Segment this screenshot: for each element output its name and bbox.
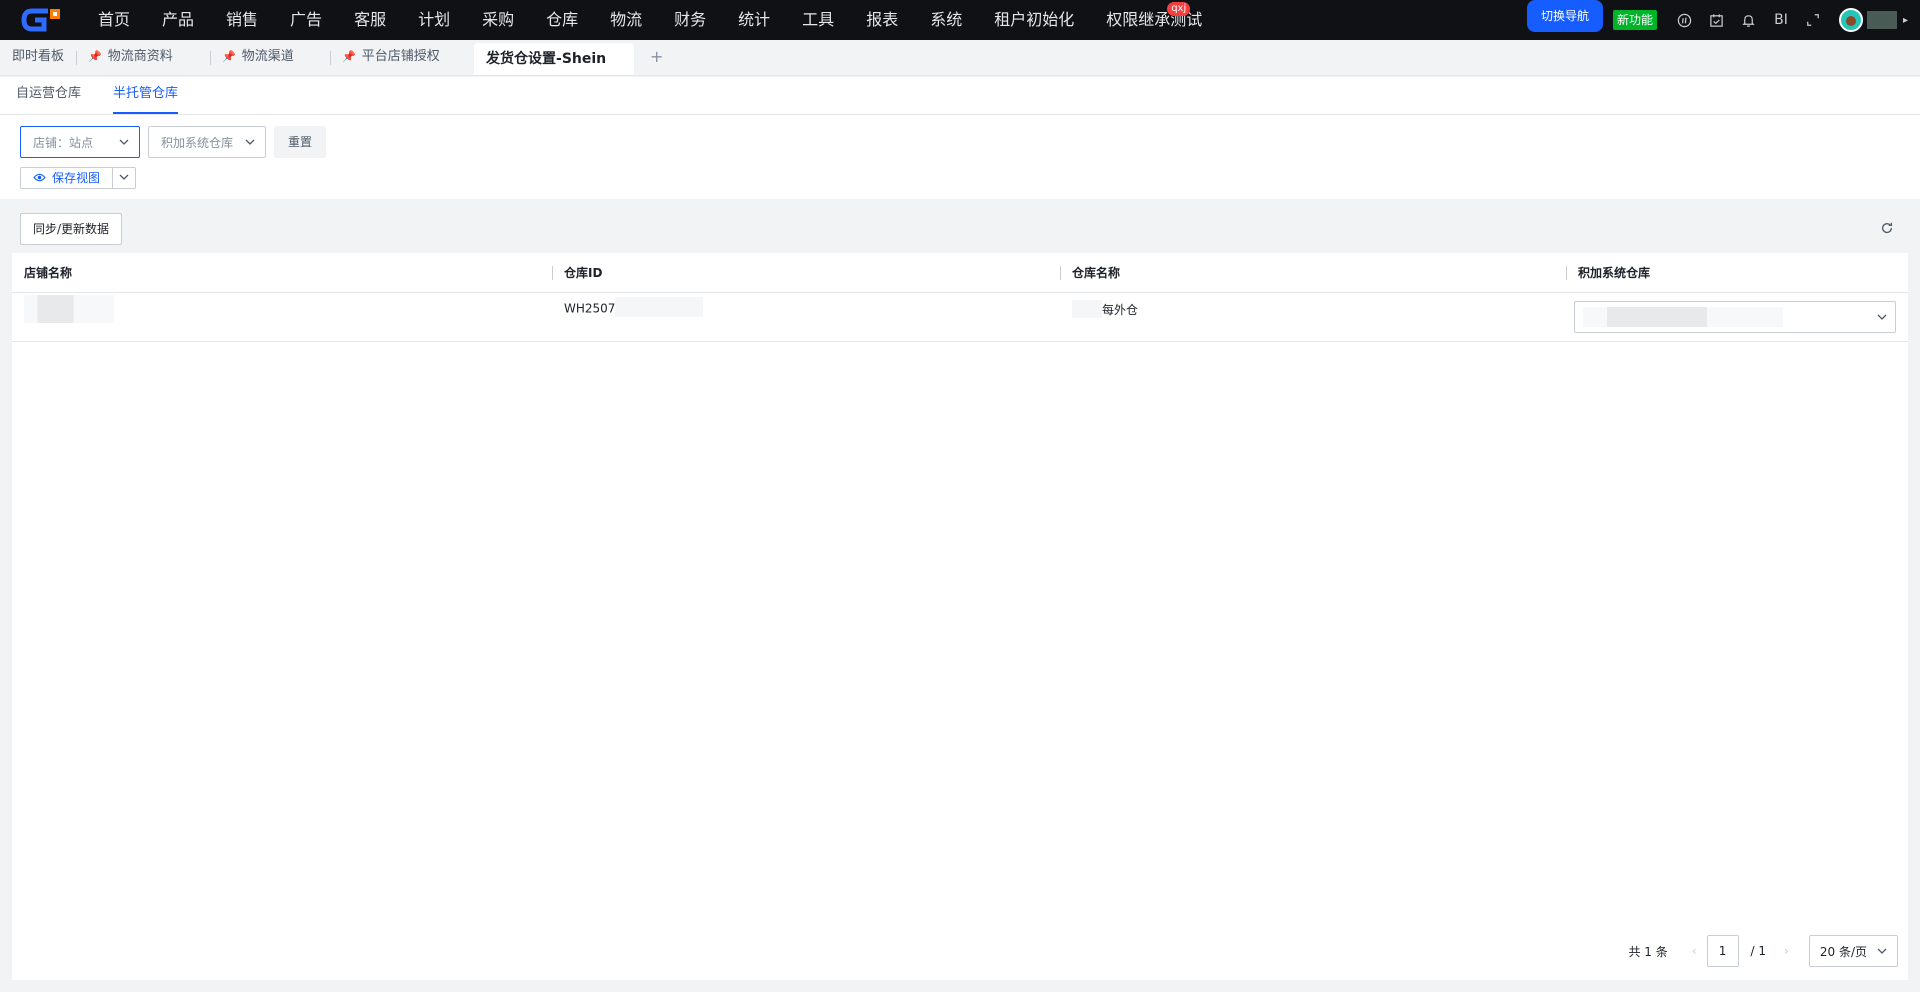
chevron-down-icon [119, 137, 129, 148]
fullscreen-icon[interactable] [1797, 0, 1829, 40]
page-tab-label: 物流渠道 [241, 49, 294, 64]
menu-badge: qxj [1167, 2, 1191, 16]
page-tab-logistics-channel[interactable]: 📌 物流渠道 [210, 39, 330, 75]
menu-tools[interactable]: 工具 [786, 0, 850, 40]
menu-sales[interactable]: 销售 [210, 0, 274, 40]
chevron-down-icon [1877, 312, 1887, 323]
menu-ads[interactable]: 广告 [274, 0, 338, 40]
total-count: 共 1 条 [1628, 944, 1668, 959]
new-feature-badge[interactable]: 新功能 [1612, 10, 1657, 30]
page-tab-dashboard[interactable]: 即时看板 [0, 39, 76, 75]
menu-product[interactable]: 产品 [146, 0, 210, 40]
table-header: 店铺名称 仓库ID 仓库名称 积加系统仓库 [12, 253, 1908, 293]
nav-right: 切换导航 新功能 BI ▸ [1526, 0, 1920, 40]
warehouse-table: 店铺名称 仓库ID 仓库名称 积加系统仓库 WH2507 每外仓 [12, 253, 1908, 980]
cell-warehouse-name: 每外仓 [1060, 293, 1566, 341]
page-tab-shein-warehouse[interactable]: 发货仓设置-Shein [474, 43, 635, 75]
caret-down-icon[interactable]: ▸ [1903, 15, 1908, 26]
prev-page-icon[interactable]: ‹ [1692, 944, 1697, 958]
col-warehouse-id: 仓库ID [552, 253, 1060, 293]
filter-row: 店铺：站点 积加系统仓库 重置 [20, 126, 327, 158]
menu-stats[interactable]: 统计 [722, 0, 786, 40]
menu-home[interactable]: 首页 [82, 0, 146, 40]
main-menu: 首页 产品 销售 广告 客服 计划 采购 仓库 物流 财务 统计 工具 报表 系… [82, 0, 1218, 40]
cell-store-name [12, 293, 552, 341]
menu-service[interactable]: 客服 [338, 0, 402, 40]
tab-semi-managed-warehouse[interactable]: 半托管仓库 [113, 76, 179, 114]
save-view-dropdown[interactable] [113, 168, 135, 188]
page-input[interactable]: 1 [1706, 935, 1739, 967]
chevron-down-icon [1877, 946, 1887, 957]
col-system-warehouse: 积加系统仓库 [1566, 253, 1908, 293]
save-view-group: 保存视图 [20, 167, 137, 189]
refresh-icon[interactable] [1880, 220, 1894, 239]
app-logo[interactable] [10, 0, 74, 40]
warehouse-id-value: WH2507 [564, 301, 616, 316]
system-warehouse-placeholder: 积加系统仓库 [161, 135, 234, 150]
menu-warehouse[interactable]: 仓库 [530, 0, 594, 40]
help-icon[interactable] [1669, 0, 1701, 40]
pin-icon[interactable]: 📌 [342, 39, 356, 75]
switch-nav-button[interactable]: 切换导航 [1526, 0, 1603, 32]
tab-self-operated-warehouse[interactable]: 自运营仓库 [16, 76, 81, 114]
menu-reports[interactable]: 报表 [850, 0, 914, 40]
warehouse-id-redacted [615, 297, 704, 317]
calendar-check-icon[interactable] [1701, 0, 1733, 40]
menu-permission-test[interactable]: 权限继承测试 qxj [1090, 0, 1218, 40]
warehouse-name-value: 每外仓 [1102, 303, 1139, 317]
total-pages: / 1 [1750, 944, 1767, 958]
system-warehouse-redacted [1583, 307, 1783, 327]
store-site-placeholder: 店铺：站点 [33, 135, 94, 150]
warehouse-name-redacted [1072, 299, 1102, 318]
avatar[interactable] [1838, 8, 1863, 32]
system-warehouse-select[interactable]: 积加系统仓库 [148, 126, 266, 158]
pin-icon[interactable]: 📌 [88, 39, 102, 75]
bell-icon[interactable] [1733, 0, 1765, 40]
save-view-label: 保存视图 [52, 171, 101, 185]
page-size-label: 20 条/页 [1819, 944, 1867, 959]
chevron-down-icon [245, 137, 255, 148]
store-site-select[interactable]: 店铺：站点 [20, 126, 140, 158]
page-size-select[interactable]: 20 条/页 [1808, 935, 1898, 967]
add-tab-button[interactable]: + [634, 39, 679, 75]
cell-warehouse-id: WH2507 [552, 293, 1060, 341]
page-tab-store-auth[interactable]: 📌 平台店铺授权 [330, 39, 474, 75]
system-warehouse-row-select[interactable] [1574, 301, 1896, 333]
save-view-button[interactable]: 保存视图 [21, 168, 114, 188]
page-tabs-bar: 即时看板 📌 物流商资料 📌 物流渠道 📌 平台店铺授权 发货仓设置-Shein… [0, 40, 1920, 76]
menu-tenant-init[interactable]: 租户初始化 [978, 0, 1090, 40]
page-tab-label: 发货仓设置-Shein [486, 51, 607, 67]
page-tab-label: 平台店铺授权 [361, 49, 440, 64]
eye-icon [33, 168, 46, 188]
page-tab-logistics-provider[interactable]: 📌 物流商资料 [76, 39, 210, 75]
reset-button[interactable]: 重置 [274, 126, 327, 158]
pin-icon[interactable]: 📌 [222, 39, 236, 75]
store-name-redacted [24, 295, 114, 323]
pagination: 共 1 条 ‹ 1 / 1 › 20 条/页 [1628, 935, 1898, 967]
menu-logistics[interactable]: 物流 [594, 0, 658, 40]
col-warehouse-name: 仓库名称 [1060, 253, 1566, 293]
bi-icon[interactable]: BI [1765, 0, 1797, 40]
menu-plan[interactable]: 计划 [402, 0, 466, 40]
table-row: WH2507 每外仓 [12, 293, 1908, 342]
cell-system-warehouse [1566, 293, 1908, 341]
user-name-redacted[interactable] [1866, 11, 1897, 29]
page-tab-label: 物流商资料 [107, 49, 173, 64]
warehouse-type-tabs: 自运营仓库 半托管仓库 [0, 77, 1920, 115]
menu-system[interactable]: 系统 [914, 0, 978, 40]
sync-data-button[interactable]: 同步/更新数据 [20, 213, 123, 245]
col-store-name: 店铺名称 [24, 266, 73, 280]
menu-finance[interactable]: 财务 [658, 0, 722, 40]
next-page-icon[interactable]: › [1784, 944, 1789, 958]
page-tab-label: 即时看板 [12, 49, 65, 64]
menu-purchase[interactable]: 采购 [466, 0, 530, 40]
filter-panel: 自运营仓库 半托管仓库 店铺：站点 积加系统仓库 重置 保存视图 [0, 77, 1920, 199]
top-nav: 首页 产品 销售 广告 客服 计划 采购 仓库 物流 财务 统计 工具 报表 系… [0, 0, 1920, 40]
